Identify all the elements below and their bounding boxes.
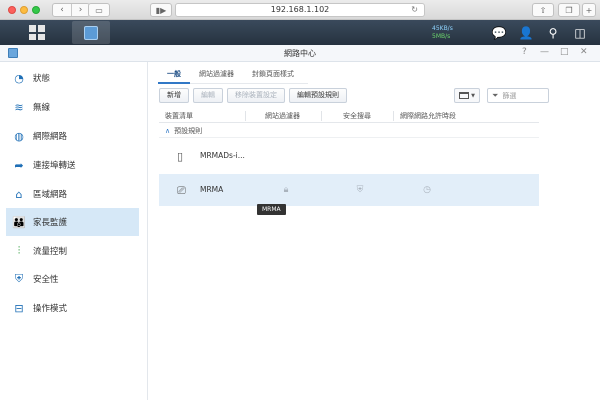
filter-box: ⏷: [487, 88, 549, 103]
router-icon: ⊟: [14, 301, 24, 315]
add-button[interactable]: 新增: [159, 88, 189, 103]
add-tab-icon[interactable]: +: [582, 3, 596, 17]
group-label: 預設規則: [174, 127, 203, 135]
sidebar-item-local-network[interactable]: ⌂ 區域網路: [6, 180, 139, 208]
tab-general[interactable]: 一般: [158, 64, 190, 84]
sidebar-item-label: 連接埠轉送: [33, 161, 76, 171]
column-header-safe-search[interactable]: 安全搜尋: [343, 111, 371, 121]
url-text: 192.168.1.102: [270, 5, 330, 14]
search-icon[interactable]: ⚲: [544, 24, 562, 42]
shield-icon: ⛨: [14, 272, 24, 285]
close-window-button[interactable]: [8, 6, 16, 14]
laptop-icon: ⎚: [177, 184, 186, 197]
edit-button[interactable]: 編輯: [193, 88, 223, 103]
sidebar-item-traffic-control[interactable]: ⫶ 流量控制: [6, 237, 139, 265]
group-row-default-rule[interactable]: ∧ 預設規則: [159, 124, 539, 138]
sidebar-item-port-forwarding[interactable]: ➦ 連接埠轉送: [6, 151, 139, 179]
tabs-overview-icon[interactable]: ❐: [558, 3, 580, 17]
user-icon[interactable]: 👤: [517, 24, 535, 42]
home-network-icon: ⌂: [15, 187, 23, 201]
help-icon[interactable]: ?: [522, 47, 527, 57]
table-header: 裝置清單 網站過濾器 安全搜尋 網際網路允許時段: [159, 109, 539, 123]
wifi-icon: ≋: [14, 100, 24, 114]
close-icon[interactable]: ✕: [580, 47, 588, 57]
status-icon: ◔: [14, 71, 24, 85]
filter-icon: ⏷: [492, 90, 499, 100]
sidebar-item-label: 區域網路: [33, 190, 68, 200]
device-name: MRMA: [200, 185, 224, 194]
sidebar: ◔ 狀態 ≋ 無線 ◍ 網際網路 ➦ 連接埠轉送 ⌂ 區域網路 👪 家長監護 ⫶…: [0, 62, 148, 400]
tab-bar: 一般 網站過濾器 封鎖頁面樣式: [158, 64, 308, 84]
reader-icon[interactable]: ▮▶: [150, 3, 172, 17]
chevron-down-icon: ▼: [471, 92, 475, 99]
phone-icon: ▯: [177, 150, 184, 163]
sidebar-item-label: 安全性: [33, 275, 59, 285]
main-panel: 一般 網站過濾器 封鎖頁面樣式 新增 編輯 移除裝置設定 編輯預設規則 ▼ ⏷ …: [149, 62, 600, 400]
tooltip: MRMA: [257, 204, 286, 215]
window-title: 網路中心: [284, 49, 316, 58]
network-center-app-icon: [84, 25, 98, 40]
sidebar-item-operation-mode[interactable]: ⊟ 操作模式: [6, 294, 139, 322]
remove-device-settings-button[interactable]: 移除裝置設定: [227, 88, 285, 103]
table-row[interactable]: ▯ MRMADs-i...: [159, 140, 539, 172]
sidebar-item-label: 家長監護: [33, 218, 68, 228]
upload-speed: 45KB/s: [432, 25, 453, 32]
sidebar-item-label: 流量控制: [33, 247, 68, 257]
view-toggle-button[interactable]: ▼: [454, 88, 480, 103]
clock-icon[interactable]: ◷: [421, 184, 433, 196]
main-menu-icon[interactable]: [28, 24, 45, 41]
family-icon: 👪: [12, 215, 26, 229]
network-center-taskbar-app[interactable]: [72, 21, 110, 44]
sidebar-item-parental-control[interactable]: 👪 家長監護: [6, 208, 139, 236]
column-header-device-list[interactable]: 裝置清單: [165, 111, 193, 121]
download-speed: 5MB/s: [432, 33, 451, 40]
dsm-taskbar: 45KB/s 5MB/s 💬 👤 ⚲ ◫: [0, 20, 600, 45]
sidebar-item-label: 狀態: [33, 74, 51, 84]
forward-icon[interactable]: ›: [71, 4, 89, 16]
tab-block-page-style[interactable]: 封鎖頁面樣式: [243, 64, 303, 84]
column-header-web-filter[interactable]: 網站過濾器: [265, 111, 300, 121]
sidebar-item-label: 無線: [33, 103, 51, 113]
sidebar-toggle-icon[interactable]: ▭: [88, 3, 110, 17]
shield-search-icon[interactable]: ⛨: [354, 184, 366, 196]
chat-icon[interactable]: 💬: [490, 24, 508, 42]
share-icon[interactable]: ⇧: [532, 3, 554, 17]
browser-toolbar: ‹ › ▭ ▮▶ 192.168.1.102 ↻ ⇧ ❐ +: [0, 0, 600, 20]
edit-default-rule-button[interactable]: 編輯預設規則: [289, 88, 347, 103]
lock-icon[interactable]: 🔒︎: [280, 184, 292, 196]
toolbar: 新增 編輯 移除裝置設定 編輯預設規則: [159, 88, 351, 104]
history-nav: ‹ ›: [52, 3, 90, 17]
sliders-icon: ⫶: [17, 244, 21, 257]
sidebar-item-internet[interactable]: ◍ 網際網路: [6, 122, 139, 150]
sidebar-item-wireless[interactable]: ≋ 無線: [6, 93, 139, 121]
maximize-icon[interactable]: □: [560, 47, 569, 57]
column-header-internet-allowed-time[interactable]: 網際網路允許時段: [400, 111, 456, 121]
table-view-icon: [459, 92, 470, 99]
reload-icon[interactable]: ↻: [411, 4, 418, 16]
device-name: MRMADs-i...: [200, 151, 245, 160]
minimize-icon[interactable]: —: [540, 47, 549, 57]
sidebar-item-security[interactable]: ⛨ 安全性: [6, 265, 139, 293]
arrow-forward-icon: ➦: [14, 158, 24, 172]
sidebar-item-label: 網際網路: [33, 132, 68, 142]
sidebar-item-status[interactable]: ◔ 狀態: [6, 64, 139, 92]
network-speed: 45KB/s 5MB/s: [432, 25, 453, 41]
fullscreen-window-button[interactable]: [32, 6, 40, 14]
table-row[interactable]: ⎚ MRMA 🔒︎ ⛨ ◷: [159, 174, 539, 206]
globe-icon: ◍: [14, 129, 24, 143]
chevron-up-icon: ∧: [165, 127, 171, 135]
sidebar-item-label: 操作模式: [33, 304, 68, 314]
address-bar[interactable]: 192.168.1.102 ↻: [175, 3, 425, 17]
window-header: 網路中心 ? — □ ✕: [0, 45, 600, 62]
tab-web-filter[interactable]: 網站過濾器: [190, 64, 243, 84]
minimize-window-button[interactable]: [20, 6, 28, 14]
back-icon[interactable]: ‹: [53, 4, 71, 16]
filter-input[interactable]: [502, 91, 539, 100]
widgets-icon[interactable]: ◫: [571, 24, 589, 42]
